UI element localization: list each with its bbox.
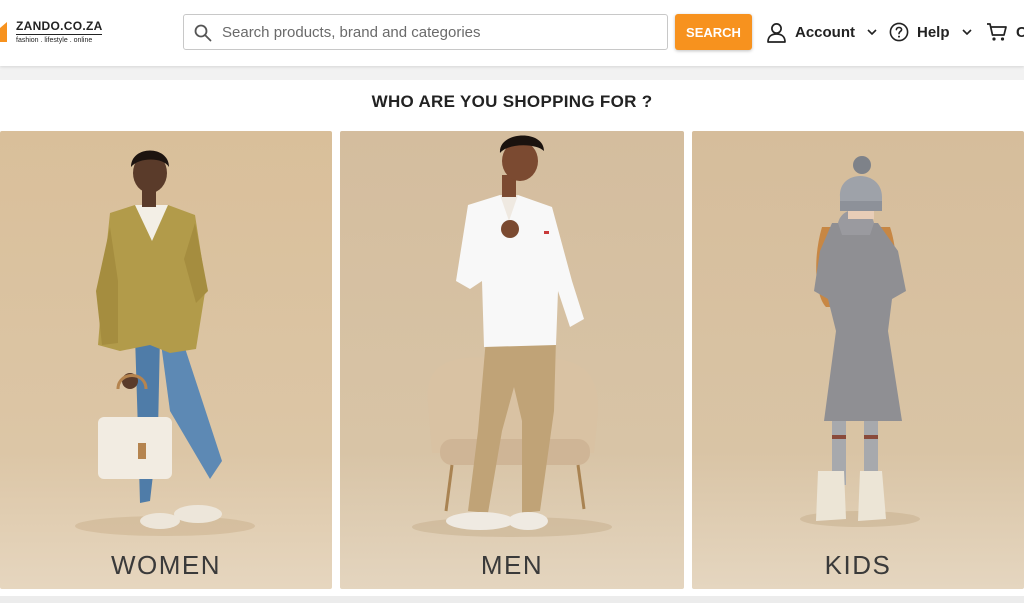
- search-icon: [194, 24, 212, 42]
- logo-mark-icon: [0, 22, 7, 42]
- kids-model-image: [692, 131, 1024, 589]
- search-button[interactable]: SEARCH: [675, 14, 752, 50]
- category-label-women: WOMEN: [110, 550, 222, 580]
- women-model-image: [0, 131, 332, 589]
- section-heading: WHO ARE YOU SHOPPING FOR ?: [371, 92, 653, 111]
- category-label-kids: KIDS: [824, 550, 892, 580]
- search-input[interactable]: [222, 15, 662, 49]
- logo-tagline: fashion . lifestyle . online: [16, 37, 93, 44]
- chevron-down-icon: [961, 29, 972, 35]
- account-menu[interactable]: Account: [766, 20, 877, 44]
- logo-divider: [16, 34, 102, 35]
- page-divider: [0, 596, 1024, 603]
- chevron-down-icon: [867, 29, 877, 35]
- category-card-kids[interactable]: KIDS: [692, 131, 1024, 589]
- cart-icon: [987, 23, 1007, 41]
- men-model-image: [340, 131, 684, 589]
- category-card-men[interactable]: MEN: [340, 131, 684, 589]
- cart-link[interactable]: C: [986, 20, 1024, 44]
- cart-label: C: [1016, 23, 1024, 41]
- user-icon: [767, 22, 786, 43]
- site-header: ZANDO.CO.ZA fashion . lifestyle . online…: [0, 0, 1024, 66]
- category-label-men: MEN: [480, 550, 544, 580]
- logo-name: ZANDO.CO.ZA: [16, 19, 103, 33]
- help-label: Help: [917, 23, 950, 41]
- help-menu[interactable]: Help: [889, 20, 972, 44]
- account-label: Account: [795, 23, 855, 41]
- search-bar: [183, 14, 668, 50]
- help-icon: [889, 22, 909, 42]
- category-card-women[interactable]: WOMEN: [0, 131, 332, 589]
